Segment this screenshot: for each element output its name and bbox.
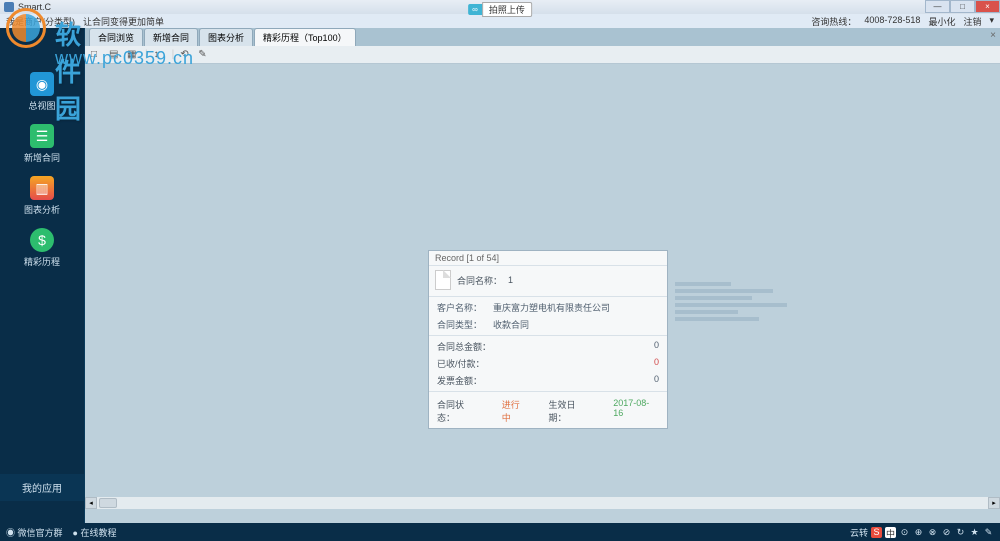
app-icon (4, 2, 14, 12)
canvas[interactable]: Record [1 of 54] 合同名称： 1 客户名称： 重庆富力塑电机有限… (85, 64, 1000, 509)
taskbar-tutorial[interactable]: ● 在线教程 (73, 526, 117, 539)
taskbar: ◉ 微信官方群 ● 在线教程 云转 S 中 ⊙ ⊕ ⊗ ⊘ ↻ ★ ✎ (0, 523, 1000, 541)
tab-new[interactable]: 新增合同 (144, 28, 198, 46)
eye-icon: ◉ (30, 72, 54, 96)
minimize-button[interactable]: — (925, 0, 950, 13)
toolbar-icon-4[interactable]: ↕ (154, 49, 166, 61)
tabs: 合同浏览 新增合同 图表分析 精彩历程（Top100） × (85, 28, 1000, 46)
sidebar-item-overview[interactable]: ◉ 总视图 (0, 64, 84, 116)
sidebar-item-journey[interactable]: $ 精彩历程 (0, 220, 84, 272)
contract-name-label: 合同名称： (457, 274, 502, 287)
dropdown-icon[interactable]: ▾ (989, 15, 994, 28)
close-button[interactable]: × (975, 0, 1000, 13)
amount-paid-row: 已收/付款： 0 (429, 355, 667, 372)
upload-icon: ∞ (468, 4, 482, 15)
minimize-link[interactable]: 最小化 (928, 15, 955, 28)
contract-name-value: 1 (508, 275, 513, 285)
amount-paid-label: 已收/付款： (437, 357, 485, 370)
scroll-thumb[interactable] (99, 498, 117, 508)
type-label: 合同类型： (437, 318, 493, 331)
amount-total-value: 0 (654, 340, 659, 353)
sidebar-item-charts[interactable]: ▥ 图表分析 (0, 168, 84, 220)
status-label: 合同状态： (437, 398, 482, 424)
dollar-icon: $ (30, 228, 54, 252)
upload-text: 拍照上传 (482, 2, 532, 17)
tray-icon-3[interactable]: ⊙ (899, 527, 910, 538)
sidebar-label: 精彩历程 (24, 255, 60, 268)
customer-row: 客户名称： 重庆富力塑电机有限责任公司 (429, 299, 667, 316)
amount-invoice-label: 发票金额： (437, 374, 482, 387)
taskbar-wechat[interactable]: ◉ 微信官方群 (6, 526, 63, 539)
sidebar-label: 图表分析 (24, 203, 60, 216)
toolbar: □ ▤ ▦ | ↕ | ⟲ ✎ (85, 46, 1000, 64)
amount-paid-value: 0 (654, 357, 659, 370)
record-header: Record [1 of 54] (429, 251, 667, 266)
tray-icon-9[interactable]: ✎ (983, 527, 994, 538)
toolbar-icon-5[interactable]: ⟲ (180, 49, 192, 61)
effective-value: 2017-08-16 (613, 398, 659, 424)
checklist-icon: ☰ (30, 124, 54, 148)
upload-badge[interactable]: ∞ 拍照上传 (468, 2, 532, 17)
tray-icon-5[interactable]: ⊗ (927, 527, 938, 538)
customer-label: 客户名称： (437, 301, 493, 314)
type-value: 收款合同 (493, 318, 659, 331)
scroll-left-button[interactable]: ◂ (85, 497, 97, 509)
menu-left: 我是商户(分类型) 让合同变得更加简单 (6, 15, 164, 28)
amount-total-row: 合同总金额： 0 (429, 338, 667, 355)
titlebar: Smart.C ∞ 拍照上传 — □ × (0, 0, 1000, 14)
app-title: Smart.C (18, 2, 51, 12)
sidebar: ◉ 总视图 ☰ 新增合同 ▥ 图表分析 $ 精彩历程 我的应用 (0, 28, 85, 523)
chart-icon: ▥ (30, 176, 54, 200)
hotline-number: 4008-728-518 (864, 15, 920, 28)
record-panel[interactable]: Record [1 of 54] 合同名称： 1 客户名称： 重庆富力塑电机有限… (428, 250, 668, 429)
sidebar-item-new-contract[interactable]: ☰ 新增合同 (0, 116, 84, 168)
status-value: 进行中 (502, 398, 529, 424)
toolbar-icon-3[interactable]: ▦ (127, 49, 139, 61)
sidebar-label: 总视图 (28, 99, 55, 112)
tray-icon-8[interactable]: ★ (969, 527, 980, 538)
record-title-row: 合同名称： 1 (429, 266, 667, 294)
tab-journey[interactable]: 精彩历程（Top100） (254, 28, 356, 46)
horizontal-scrollbar[interactable]: ◂ ▸ (85, 497, 1000, 509)
tray-icon-6[interactable]: ⊘ (941, 527, 952, 538)
tab-browse[interactable]: 合同浏览 (89, 28, 143, 46)
sidebar-my-apps[interactable]: 我的应用 (0, 474, 84, 501)
amount-total-label: 合同总金额： (437, 340, 491, 353)
tab-charts[interactable]: 图表分析 (199, 28, 253, 46)
file-icon (435, 270, 451, 290)
taskbar-left: ◉ 微信官方群 ● 在线教程 (6, 526, 116, 539)
amount-invoice-value: 0 (654, 374, 659, 387)
tray-icon-4[interactable]: ⊕ (913, 527, 924, 538)
toolbar-icon-1[interactable]: □ (91, 49, 103, 61)
window-controls: — □ × (925, 0, 1000, 13)
ghost-thumbnail (675, 282, 815, 342)
tray-prefix: 云转 (850, 526, 868, 539)
maximize-button[interactable]: □ (950, 0, 975, 13)
customer-value: 重庆富力塑电机有限责任公司 (493, 301, 659, 314)
effective-label: 生效日期： (549, 398, 594, 424)
tab-close-all[interactable]: × (990, 30, 996, 41)
main-area: 合同浏览 新增合同 图表分析 精彩历程（Top100） × □ ▤ ▦ | ↕ … (85, 28, 1000, 523)
tray-icon-s[interactable]: S (871, 527, 882, 538)
logout-link[interactable]: 注销 (963, 15, 981, 28)
menu-item-slogan: 让合同变得更加简单 (83, 15, 164, 28)
menu-item-merchant[interactable]: 我是商户(分类型) (6, 15, 75, 28)
status-row: 合同状态： 进行中 生效日期： 2017-08-16 (429, 394, 667, 428)
hotline-label: 咨询热线： (811, 15, 856, 28)
type-row: 合同类型： 收款合同 (429, 316, 667, 333)
amount-invoice-row: 发票金额： 0 (429, 372, 667, 389)
tray-icon-7[interactable]: ↻ (955, 527, 966, 538)
menu-right: 咨询热线： 4008-728-518 最小化 注销 ▾ (811, 15, 994, 28)
taskbar-right: 云转 S 中 ⊙ ⊕ ⊗ ⊘ ↻ ★ ✎ (850, 526, 994, 539)
tray-icon-ime[interactable]: 中 (885, 527, 896, 538)
sidebar-label: 新增合同 (24, 151, 60, 164)
toolbar-icon-2[interactable]: ▤ (109, 49, 121, 61)
scroll-right-button[interactable]: ▸ (988, 497, 1000, 509)
toolbar-icon-6[interactable]: ✎ (198, 49, 210, 61)
